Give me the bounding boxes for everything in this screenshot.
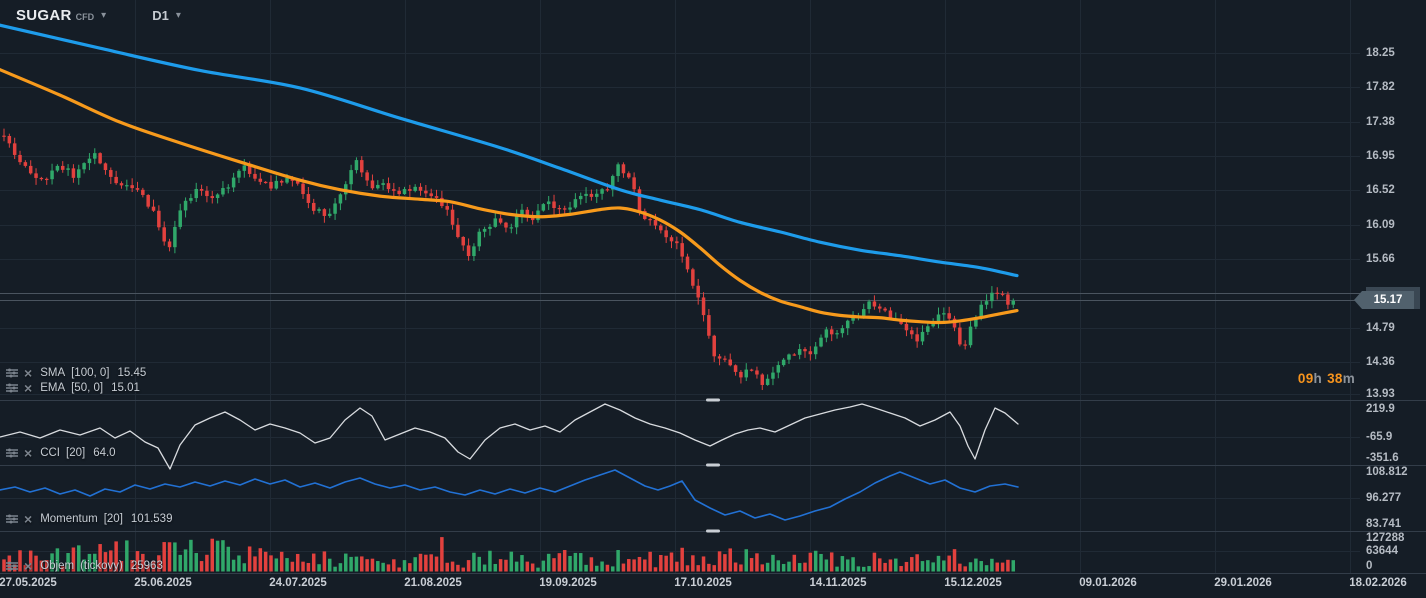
indicator-remove-icon[interactable]: × [24, 366, 32, 380]
legend-momentum-value: 101.539 [131, 513, 173, 525]
countdown-hours: 09 [1298, 371, 1314, 386]
legend-cci[interactable]: × CCI [20] 64.0 [6, 446, 116, 460]
indicator-settings-icon[interactable] [6, 561, 18, 571]
momentum-axis-label: 108.812 [1366, 466, 1408, 478]
indicator-settings-icon[interactable] [6, 368, 18, 378]
symbol-name[interactable]: SUGAR [16, 7, 72, 24]
price-axis-label: 14.36 [1366, 356, 1395, 368]
legend-ema[interactable]: × EMA [50, 0] 15.01 [6, 381, 140, 395]
price-axis-label: 15.66 [1366, 253, 1395, 265]
legend-sma-params: [100, 0] [71, 367, 109, 379]
candle-countdown-timer: 09h 38m [1298, 371, 1355, 386]
panel-resize-handle[interactable] [706, 530, 720, 533]
price-axis-label: 18.25 [1366, 47, 1395, 59]
volume-axis-label: 0 [1366, 560, 1372, 572]
cci-axis-label: 219.9 [1366, 403, 1395, 415]
date-axis-label: 19.09.2025 [539, 577, 597, 589]
momentum-axis-label: 83.741 [1366, 518, 1401, 530]
legend-volume[interactable]: × Objem (tickovy) 25963 [6, 559, 163, 573]
legend-ema-params: [50, 0] [71, 382, 103, 394]
volume-axis-label: 127288 [1366, 532, 1404, 544]
legend-volume-name: Objem [40, 560, 74, 572]
legend-sma-name: SMA [40, 367, 65, 379]
indicator-settings-icon[interactable] [6, 383, 18, 393]
market-type-badge: CFD [76, 12, 95, 22]
date-axis-label: 27.05.2025 [0, 577, 57, 589]
legend-cci-params: [20] [66, 447, 85, 459]
chart-canvas[interactable] [0, 0, 1426, 598]
legend-volume-params: (tickovy) [80, 560, 123, 572]
date-axis-label: 24.07.2025 [269, 577, 327, 589]
indicator-remove-icon[interactable]: × [24, 381, 32, 395]
date-axis-label: 29.01.2026 [1214, 577, 1272, 589]
last-price-tag: 15.17 [1362, 291, 1414, 309]
price-axis-label: 16.95 [1366, 150, 1395, 162]
symbol-caret-down-icon[interactable]: ▾ [101, 10, 106, 21]
indicator-settings-icon[interactable] [6, 448, 18, 458]
date-axis-label: 15.12.2025 [944, 577, 1002, 589]
countdown-hours-unit: h [1314, 371, 1323, 386]
volume-axis-label: 63644 [1366, 545, 1398, 557]
cci-axis-label: -351.6 [1366, 452, 1399, 464]
indicator-remove-icon[interactable]: × [24, 512, 32, 526]
legend-cci-value: 64.0 [93, 447, 115, 459]
indicator-settings-icon[interactable] [6, 514, 18, 524]
cci-axis-label: -65.9 [1366, 431, 1392, 443]
panel-resize-handle[interactable] [706, 399, 720, 402]
legend-ema-value: 15.01 [111, 382, 140, 394]
countdown-minutes-unit: m [1343, 371, 1355, 386]
price-axis-label: 14.79 [1366, 322, 1395, 334]
trading-chart-app: SUGAR CFD ▾ D1 ▾ × SMA [100, 0] 15.45 × … [0, 0, 1426, 598]
price-axis-label: 16.09 [1366, 219, 1395, 231]
price-axis-label: 16.52 [1366, 184, 1395, 196]
price-axis-label: 17.38 [1366, 116, 1395, 128]
price-axis-label: 17.82 [1366, 81, 1395, 93]
timeframe-selector[interactable]: D1 [152, 8, 169, 23]
date-axis-label: 21.08.2025 [404, 577, 462, 589]
indicator-remove-icon[interactable]: × [24, 559, 32, 573]
date-axis-label: 09.01.2026 [1079, 577, 1137, 589]
legend-sma[interactable]: × SMA [100, 0] 15.45 [6, 366, 146, 380]
indicator-remove-icon[interactable]: × [24, 446, 32, 460]
date-axis-label: 18.02.2026 [1349, 577, 1407, 589]
date-axis-label: 14.11.2025 [810, 577, 867, 589]
legend-ema-name: EMA [40, 382, 65, 394]
legend-momentum-params: [20] [104, 513, 123, 525]
legend-momentum-name: Momentum [40, 513, 98, 525]
legend-sma-value: 15.45 [117, 367, 146, 379]
momentum-axis-label: 96.277 [1366, 492, 1401, 504]
countdown-minutes: 38 [1327, 371, 1343, 386]
date-axis-label: 17.10.2025 [674, 577, 732, 589]
legend-volume-value: 25963 [131, 560, 163, 572]
price-axis-label: 13.93 [1366, 388, 1395, 400]
panel-resize-handle[interactable] [706, 464, 720, 467]
legend-momentum[interactable]: × Momentum [20] 101.539 [6, 512, 172, 526]
timeframe-caret-down-icon[interactable]: ▾ [176, 10, 181, 21]
legend-cci-name: CCI [40, 447, 60, 459]
symbol-header: SUGAR CFD ▾ D1 ▾ [16, 7, 181, 24]
date-axis-label: 25.06.2025 [134, 577, 192, 589]
